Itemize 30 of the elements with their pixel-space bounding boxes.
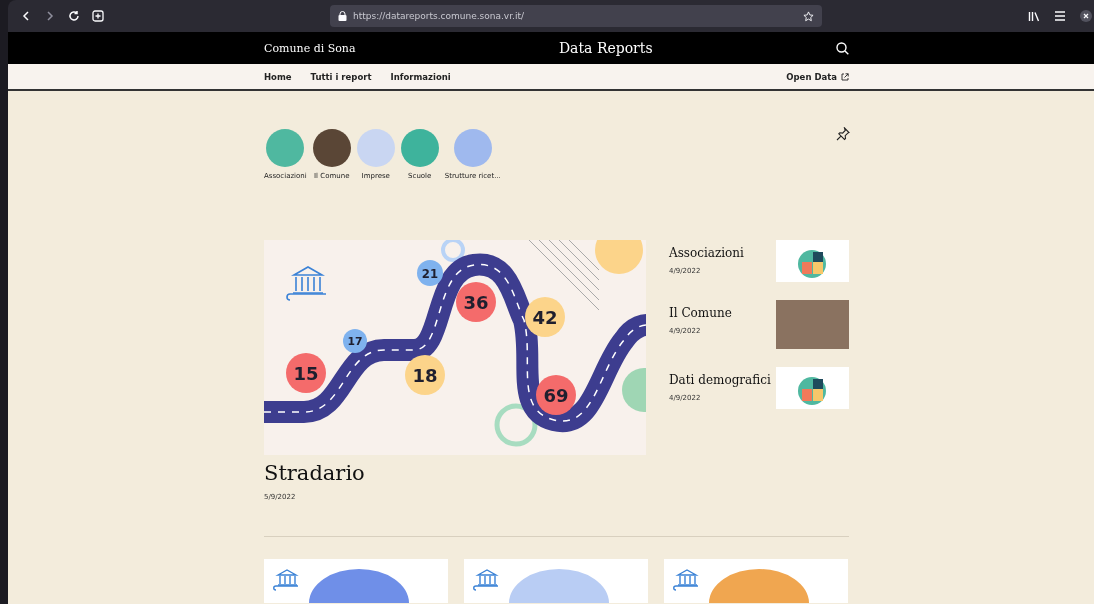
new-tab-icon[interactable]: [92, 10, 104, 22]
category-thumbnail[interactable]: [453, 129, 492, 167]
nav-link[interactable]: Tutti i report: [310, 71, 372, 82]
category-thumbnail[interactable]: [312, 129, 351, 167]
category-thumbnail[interactable]: [400, 129, 439, 167]
category-thumbnail[interactable]: [266, 129, 305, 167]
nav-link[interactable]: Informazioni: [390, 71, 451, 82]
road-map-drawing[interactable]: 15 17 18 21 36 42 69: [264, 240, 646, 455]
star-icon[interactable]: [803, 10, 814, 22]
report-title[interactable]: Il Comune: [669, 306, 732, 320]
site-title: Data Reports: [558, 40, 653, 56]
address-bar[interactable]: https://datareports.comune.sona.vr.it/: [330, 5, 822, 27]
library-icon[interactable]: [1028, 10, 1040, 22]
menu-icon[interactable]: [1054, 11, 1066, 21]
nav-link[interactable]: Home: [264, 71, 292, 82]
report-title[interactable]: Stradario: [264, 461, 646, 485]
reload-icon[interactable]: [68, 10, 80, 22]
lock-icon: [338, 11, 347, 21]
open-data-link[interactable]: Open Data: [786, 71, 837, 82]
pin-icon[interactable]: [836, 127, 850, 141]
external-link-icon: [841, 72, 849, 81]
category-thumbnail[interactable]: [356, 129, 395, 167]
back-icon[interactable]: [20, 10, 32, 22]
report-title[interactable]: Dati demografici: [669, 373, 771, 387]
report-title[interactable]: Associazioni: [669, 246, 744, 260]
close-icon[interactable]: [1080, 10, 1092, 22]
forward-icon[interactable]: [44, 10, 56, 22]
site-name[interactable]: Comune di Sona: [264, 41, 356, 55]
search-icon[interactable]: [836, 41, 849, 55]
report-card-illustration[interactable]: [264, 559, 448, 603]
